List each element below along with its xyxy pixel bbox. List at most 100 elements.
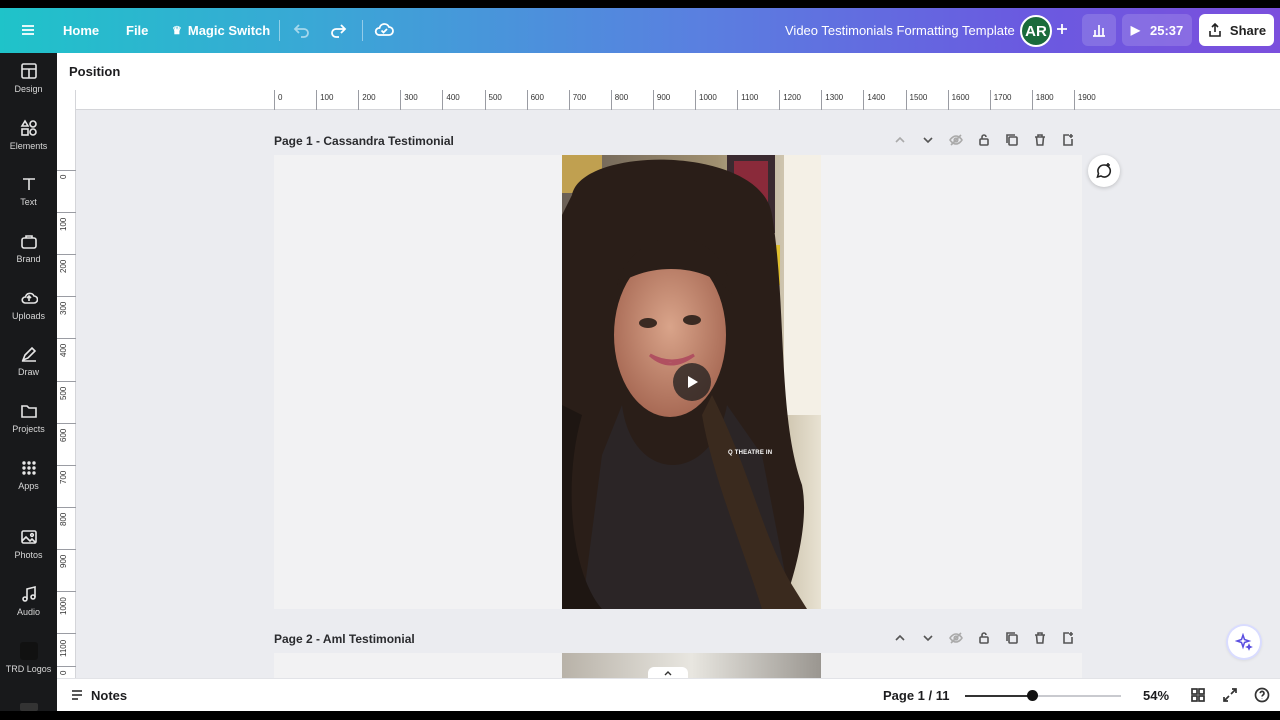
lock-icon[interactable]: [975, 629, 993, 647]
zoom-slider[interactable]: [965, 690, 1121, 701]
horizontal-ruler[interactable]: 0 100 200 300 400 500 600 700 800 900 1000 1100 1200…: [76, 90, 1280, 110]
page-1-canvas[interactable]: Q THEATRE IN: [274, 155, 1082, 609]
lock-icon[interactable]: [975, 131, 993, 149]
vertical-ruler[interactable]: 0 100 200 300 400 500 600 700 800 900 1000 1100 0: [57, 90, 76, 678]
sidebar-item-label: Projects: [12, 424, 45, 434]
move-down-icon[interactable]: [919, 131, 937, 149]
page-2-tools: [891, 629, 1077, 647]
ruler-tick-line: [57, 464, 76, 466]
add-collaborator-icon[interactable]: [1054, 21, 1070, 37]
ruler-tick-line: [57, 506, 76, 508]
comment-add-icon: [1096, 163, 1112, 179]
ruler-tick-line: [484, 90, 486, 110]
divider: [362, 20, 363, 41]
ruler-tick-label: 500: [488, 93, 502, 102]
sidebar-item-design[interactable]: Design: [0, 53, 57, 103]
ruler-tick-label: 700: [59, 470, 68, 484]
ruler-tick-line: [1031, 90, 1033, 110]
magic-assistant-button[interactable]: [1228, 626, 1260, 658]
ruler-tick-line: [568, 90, 570, 110]
fullscreen-icon[interactable]: [1221, 686, 1239, 704]
ruler-tick-line: [57, 666, 76, 667]
zoom-slider-handle[interactable]: [1027, 690, 1039, 701]
undo-icon[interactable]: [293, 21, 311, 39]
ruler-tick-line: [57, 422, 76, 424]
ruler-tick-line: [442, 90, 444, 110]
zoom-level[interactable]: 54%: [1143, 688, 1169, 703]
sidebar-item-text[interactable]: Text: [0, 166, 57, 216]
home-button[interactable]: Home: [63, 23, 99, 38]
folder-icon: [20, 405, 37, 418]
file-menu[interactable]: File: [126, 23, 148, 38]
sidebar-item-apps[interactable]: Apps: [0, 450, 57, 500]
ruler-tick-line: [695, 90, 696, 110]
ruler-tick-label: 1400: [867, 93, 886, 102]
cloud-saved-icon[interactable]: [374, 21, 394, 39]
ruler-tick-line: [652, 90, 654, 110]
ruler-tick-line: [779, 90, 781, 110]
grid-view-icon[interactable]: [1189, 686, 1207, 704]
sidebar-item-audio[interactable]: Audio: [0, 576, 57, 626]
duplicate-page-icon[interactable]: [1003, 629, 1021, 647]
sidebar-item-photos[interactable]: Photos: [0, 519, 57, 569]
hide-page-icon[interactable]: [947, 629, 965, 647]
avatar[interactable]: AR: [1020, 15, 1052, 47]
context-toolbar: Position: [57, 53, 1280, 90]
ruler-tick-label: 1600: [951, 93, 970, 102]
ruler-tick-label: 900: [59, 554, 68, 568]
top-bar: Home File ♛ Magic Switch Video Testimoni…: [0, 8, 1280, 53]
hide-page-icon[interactable]: [947, 131, 965, 149]
ruler-tick-line: [400, 90, 402, 110]
move-up-icon[interactable]: [891, 131, 909, 149]
timer-label: 25:37: [1149, 22, 1184, 38]
sidebar-item-label: Brand: [16, 254, 41, 264]
add-comment-button[interactable]: [1088, 155, 1120, 187]
more-apps-icon[interactable]: [20, 703, 38, 711]
add-page-icon[interactable]: [1059, 629, 1077, 647]
share-button[interactable]: Share: [1199, 14, 1274, 46]
chevron-up-icon: [664, 670, 672, 675]
ruler-tick-label: 800: [614, 93, 629, 102]
magic-switch-button[interactable]: ♛ Magic Switch: [172, 23, 270, 38]
show-pages-toggle[interactable]: [648, 667, 688, 678]
sidebar-item-elements[interactable]: Elements: [0, 110, 57, 160]
move-down-icon[interactable]: [919, 629, 937, 647]
sidebar-item-uploads[interactable]: Uploads: [0, 280, 57, 330]
ruler-tick-label: 400: [59, 344, 68, 358]
sidebar-item-projects[interactable]: Projects: [0, 393, 57, 443]
sidebar-item-label: TRD Logos: [5, 664, 52, 674]
redo-icon[interactable]: [329, 21, 347, 39]
sidebar-item-draw[interactable]: Draw: [0, 336, 57, 386]
elements-icon: [20, 119, 37, 136]
page-count[interactable]: Page 1 / 11: [883, 688, 950, 703]
document-title[interactable]: Video Testimonials Formatting Template: [785, 23, 1015, 38]
delete-page-icon[interactable]: [1031, 131, 1049, 149]
sidebar-item-brand[interactable]: Brand: [0, 223, 57, 273]
move-up-icon[interactable]: [891, 629, 909, 647]
ruler-tick-line: [57, 591, 76, 592]
page-2-canvas[interactable]: [274, 653, 1082, 678]
testimonial-video-2[interactable]: [562, 653, 821, 678]
play-button[interactable]: [673, 363, 711, 401]
testimonial-video[interactable]: Q THEATRE IN: [562, 155, 821, 609]
uploads-icon: [20, 292, 38, 304]
delete-page-icon[interactable]: [1031, 629, 1049, 647]
position-button[interactable]: Position: [69, 64, 120, 79]
ruler-tick-label: 700: [572, 93, 587, 102]
help-icon[interactable]: [1253, 686, 1271, 704]
ruler-tick-line: [358, 90, 360, 110]
ruler-tick-label: 600: [59, 428, 68, 442]
ruler-tick-label: 400: [446, 93, 460, 102]
bar-chart-icon: [1093, 25, 1105, 37]
page-2-title[interactable]: Page 2 - Aml Testimonial: [274, 632, 415, 646]
add-page-icon[interactable]: [1059, 131, 1077, 149]
ruler-tick-label: 1300: [825, 93, 844, 102]
present-button[interactable]: ▶ 25:37: [1122, 14, 1192, 46]
page-1-title[interactable]: Page 1 - Cassandra Testimonial: [274, 134, 454, 148]
notes-button[interactable]: Notes: [69, 687, 127, 703]
sidebar-item-trd-logos[interactable]: TRD Logos: [0, 633, 57, 683]
menu-icon[interactable]: [20, 22, 36, 38]
duplicate-page-icon[interactable]: [1003, 131, 1021, 149]
analytics-button[interactable]: [1082, 14, 1116, 46]
sidebar-item-label: Photos: [14, 550, 43, 560]
